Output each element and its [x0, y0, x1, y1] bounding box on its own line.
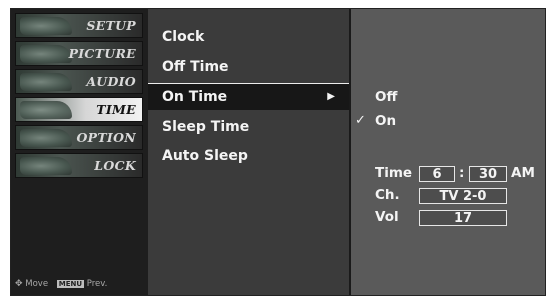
option-thumbnail-icon	[20, 129, 72, 147]
submenu-item-sleep-time[interactable]: Sleep Time	[148, 114, 349, 140]
submenu-item-clock[interactable]: Clock	[148, 24, 349, 50]
checkmark-icon: ✓	[355, 113, 366, 128]
prev-hint: Prev.	[86, 279, 108, 289]
move-hint: Move	[25, 279, 49, 289]
am-pm-field[interactable]: AM	[511, 165, 535, 181]
menu-item-label: TIME	[96, 102, 136, 117]
main-menu: SETUP PICTURE AUDIO TIME OPTION LOCK ✥ M…	[11, 9, 148, 295]
submenu-item-on-time[interactable]: On Time ▶	[148, 84, 349, 110]
minute-field[interactable]: 30	[469, 166, 507, 182]
submenu-item-label: Off Time	[162, 59, 229, 75]
hour-field[interactable]: 6	[419, 166, 455, 182]
menu-key-badge: MENU	[56, 280, 85, 288]
menu-item-lock[interactable]: LOCK	[15, 153, 143, 178]
setup-thumbnail-icon	[20, 17, 72, 35]
time-separator: :	[459, 165, 465, 181]
submenu-item-label: Clock	[162, 29, 205, 45]
menu-item-label: PICTURE	[68, 46, 136, 61]
menu-item-audio[interactable]: AUDIO	[15, 69, 143, 94]
time-submenu: Clock Off Time On Time ▶ Sleep Time Auto…	[148, 9, 349, 295]
time-thumbnail-icon	[20, 101, 72, 119]
option-off[interactable]: Off	[375, 89, 397, 105]
tv-osd-menu: SETUP PICTURE AUDIO TIME OPTION LOCK ✥ M…	[10, 8, 546, 296]
time-label: Time	[375, 165, 413, 181]
menu-item-time[interactable]: TIME	[15, 97, 143, 122]
move-dpad-icon: ✥	[15, 279, 23, 289]
menu-item-label: AUDIO	[86, 74, 136, 89]
submenu-item-label: Auto Sleep	[162, 148, 248, 164]
submenu-item-label: Sleep Time	[162, 119, 250, 135]
menu-footer-hints: ✥ Move MENU Prev.	[15, 279, 107, 289]
menu-item-label: LOCK	[94, 158, 136, 173]
lock-thumbnail-icon	[20, 157, 72, 175]
submenu-arrow-right-icon: ▶	[327, 91, 335, 102]
option-on[interactable]: On	[375, 113, 396, 129]
menu-item-option[interactable]: OPTION	[15, 125, 143, 150]
submenu-item-off-time[interactable]: Off Time	[148, 54, 349, 80]
menu-item-label: SETUP	[86, 18, 136, 33]
channel-label: Ch.	[375, 187, 400, 203]
menu-item-setup[interactable]: SETUP	[15, 13, 143, 38]
on-time-panel: Off ✓ On Time 6 : 30 AM Ch. TV 2-0 Vol 1…	[349, 9, 545, 295]
volume-field[interactable]: 17	[419, 210, 507, 226]
menu-item-label: OPTION	[76, 130, 136, 145]
channel-field[interactable]: TV 2-0	[419, 188, 507, 204]
volume-label: Vol	[375, 209, 399, 225]
submenu-item-label: On Time	[162, 89, 228, 105]
audio-thumbnail-icon	[20, 73, 72, 91]
submenu-item-auto-sleep[interactable]: Auto Sleep	[148, 143, 349, 169]
menu-item-picture[interactable]: PICTURE	[15, 41, 143, 66]
picture-thumbnail-icon	[20, 45, 72, 63]
